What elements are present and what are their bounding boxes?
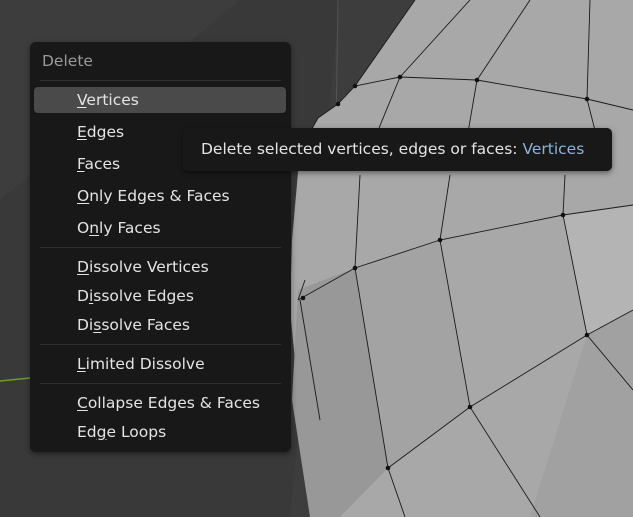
menu-separator	[40, 80, 281, 81]
menu-item-collapse-edges-faces[interactable]: Collapse Edges & Faces	[34, 390, 286, 416]
tooltip-value: Vertices	[522, 140, 585, 158]
menu-item-label: Edges	[77, 123, 125, 141]
menu-item-limited-dissolve[interactable]: Limited Dissolve	[34, 351, 286, 377]
menu-separator	[40, 247, 281, 248]
menu-item-label: Vertices	[77, 91, 139, 109]
menu-item-label: Limited Dissolve	[77, 355, 205, 373]
menu-item-label: Edge Loops	[77, 423, 167, 441]
menu-item-vertices[interactable]: Vertices	[34, 87, 286, 113]
menu-title: Delete	[42, 52, 93, 70]
menu-item-label: Only Edges & Faces	[77, 187, 230, 205]
delete-menu: Delete Vertices Edges Faces Only Edges &…	[30, 42, 291, 452]
menu-item-only-edges-faces[interactable]: Only Edges & Faces	[34, 183, 286, 209]
tooltip: Delete selected vertices, edges or faces…	[183, 128, 612, 171]
menu-separator	[40, 383, 281, 384]
menu-separator	[40, 344, 281, 345]
menu-item-dissolve-edges[interactable]: Dissolve Edges	[34, 283, 286, 309]
tooltip-text: Delete selected vertices, edges or faces…	[201, 140, 523, 158]
menu-item-label: Dissolve Vertices	[77, 258, 209, 276]
menu-item-dissolve-vertices[interactable]: Dissolve Vertices	[34, 254, 286, 280]
menu-item-label: Dissolve Edges	[77, 287, 194, 305]
menu-item-edge-loops[interactable]: Edge Loops	[34, 419, 286, 445]
menu-item-dissolve-faces[interactable]: Dissolve Faces	[34, 312, 286, 338]
menu-item-label: Dissolve Faces	[77, 316, 190, 334]
menu-item-only-faces[interactable]: Only Faces	[34, 215, 286, 241]
menu-item-label: Collapse Edges & Faces	[77, 394, 260, 412]
menu-item-label: Only Faces	[77, 219, 161, 237]
menu-item-label: Faces	[77, 155, 121, 173]
